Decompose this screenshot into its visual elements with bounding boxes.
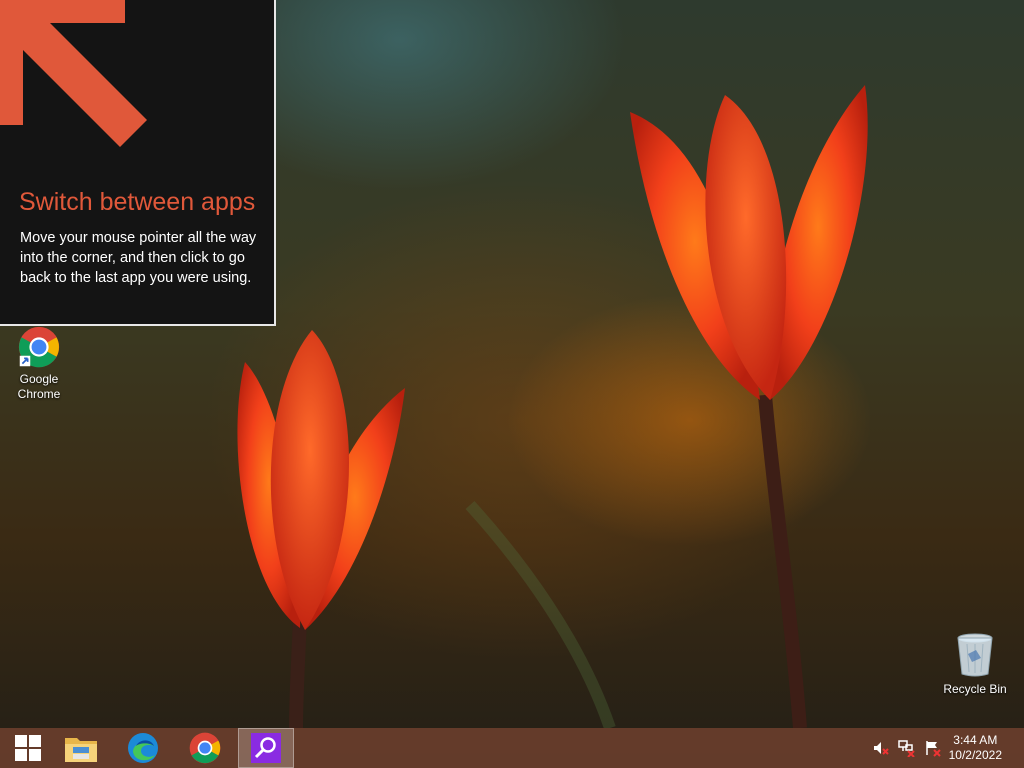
taskbar-edge[interactable] [115, 728, 171, 768]
windows-logo-icon [15, 735, 41, 761]
arrow-up-left-icon [0, 0, 147, 147]
desktop-icon-label: Recycle Bin [943, 682, 1007, 696]
desktop-icon-google-chrome[interactable]: Google Chrome [3, 326, 75, 402]
network-error-icon[interactable] [898, 739, 916, 757]
hot-corner-tip[interactable]: Switch between apps Move your mouse poin… [0, 0, 276, 326]
system-tray [872, 728, 942, 768]
desktop-icon-label-line2: Chrome [17, 387, 61, 401]
start-button[interactable] [0, 728, 56, 768]
taskbar: 3:44 AM 10/2/2022 [0, 728, 1024, 768]
taskbar-file-explorer[interactable] [53, 728, 109, 768]
chrome-icon [18, 326, 60, 368]
magnifier-icon [251, 733, 281, 763]
speaker-muted-icon[interactable] [872, 739, 890, 757]
clock-date: 10/2/2022 [948, 748, 1002, 762]
clock-time: 3:44 AM [953, 733, 998, 747]
tip-body: Move your mouse pointer all the way into… [20, 230, 257, 286]
tip-title: Switch between apps [19, 188, 256, 216]
edge-icon [128, 733, 158, 763]
chrome-icon [189, 732, 221, 764]
desktop-icon-recycle-bin[interactable]: Recycle Bin [939, 632, 1011, 697]
folder-icon [65, 738, 97, 762]
action-center-flag-icon[interactable] [924, 739, 942, 757]
recycle-bin-icon [957, 633, 993, 677]
taskbar-clock[interactable]: 3:44 AM 10/2/2022 [949, 733, 1002, 763]
desktop-icon-label-line1: Google [19, 372, 59, 386]
desktop-icon-label: Google Chrome [3, 372, 75, 402]
taskbar-chrome[interactable] [177, 728, 233, 768]
taskbar-search-app[interactable] [238, 728, 294, 768]
